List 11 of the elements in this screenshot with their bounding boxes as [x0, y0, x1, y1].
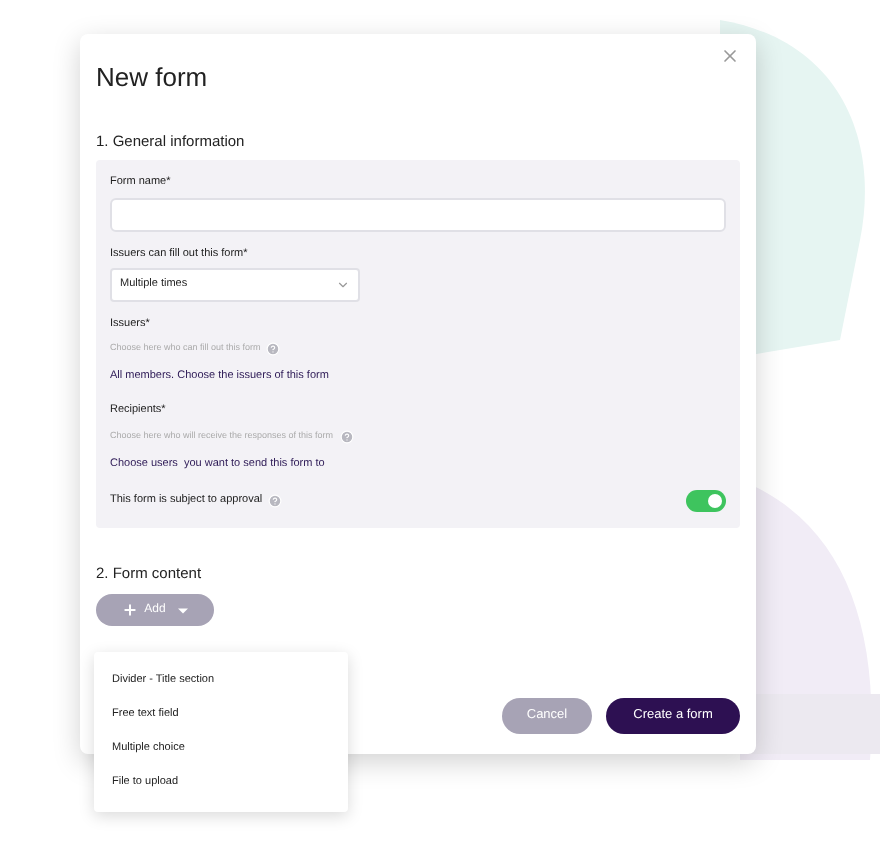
dialog-title: New form — [96, 64, 210, 90]
approval-toggle[interactable] — [686, 489, 726, 512]
chevron-icon — [336, 277, 350, 292]
form-name-field[interactable] — [110, 197, 726, 231]
help-icon[interactable] — [339, 429, 354, 443]
caret-icon — [177, 607, 188, 613]
help-icon[interactable] — [266, 342, 281, 356]
plus-icon — [122, 602, 139, 618]
close-icon — [720, 46, 740, 66]
close-button[interactable] — [720, 46, 740, 66]
help-icon[interactable] — [268, 493, 283, 508]
